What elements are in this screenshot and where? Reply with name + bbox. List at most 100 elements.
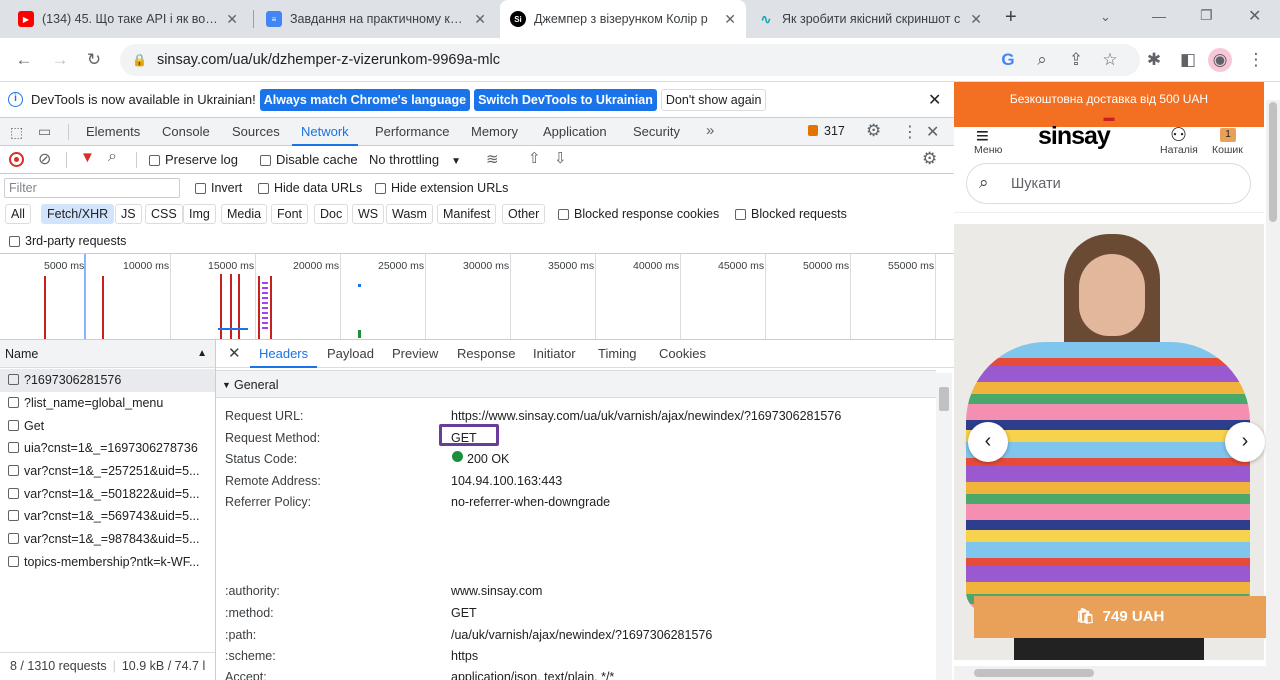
- search-field[interactable]: ⌕ Шукати: [966, 163, 1251, 204]
- filter-input[interactable]: Filter: [4, 178, 180, 198]
- always-match-language-button[interactable]: Always match Chrome's language: [259, 88, 471, 111]
- cart-label[interactable]: Кошик: [1212, 144, 1243, 156]
- address-bar[interactable]: 🔒 sinsay.com/ua/uk/dzhemper-z-vizerunkom…: [120, 44, 1140, 76]
- type-chip-other[interactable]: Other: [502, 204, 546, 224]
- restore-icon[interactable]: ❐: [1200, 7, 1213, 24]
- forward-icon[interactable]: →: [48, 48, 72, 72]
- page-scrollbar[interactable]: [1266, 100, 1280, 680]
- switch-to-ukrainian-button[interactable]: Switch DevTools to Ukrainian: [474, 88, 657, 111]
- tab-initiator[interactable]: Initiator: [533, 340, 576, 368]
- minimize-icon[interactable]: —: [1152, 8, 1166, 24]
- tab-payload[interactable]: Payload: [327, 340, 374, 368]
- tab-security[interactable]: Security: [633, 118, 680, 146]
- preserve-log-checkbox[interactable]: Preserve log: [149, 152, 238, 167]
- type-chip-media[interactable]: Media: [221, 204, 268, 224]
- type-chip-wasm[interactable]: Wasm: [386, 204, 433, 224]
- tab-search-icon[interactable]: ⌄: [1100, 9, 1111, 25]
- browser-tab-sinsay[interactable]: Si Джемпер з візерунком Колір р ✕: [500, 0, 746, 38]
- google-icon[interactable]: G: [996, 48, 1020, 72]
- request-row[interactable]: Get: [0, 415, 215, 438]
- type-chip-css[interactable]: CSS: [145, 204, 183, 224]
- network-timeline-overview[interactable]: 5000 ms 10000 ms 15000 ms 20000 ms 25000…: [0, 254, 954, 340]
- type-chip-font[interactable]: Font: [271, 204, 309, 224]
- add-to-cart-button[interactable]: 🛍 749 UAH: [974, 596, 1266, 638]
- network-conditions-icon[interactable]: ≋: [486, 150, 499, 168]
- close-details-icon[interactable]: ✕: [228, 344, 241, 362]
- page-horizontal-scrollbar[interactable]: [954, 666, 1266, 680]
- type-chip-manifest[interactable]: Manifest: [437, 204, 497, 224]
- bookmark-star-icon[interactable]: ☆: [1098, 48, 1122, 72]
- type-chip-doc[interactable]: Doc: [314, 204, 349, 224]
- share-icon[interactable]: ⇪: [1064, 48, 1088, 72]
- hamburger-menu-icon[interactable]: ≡: [976, 125, 989, 147]
- tab-console[interactable]: Console: [162, 118, 210, 146]
- hide-extension-urls-checkbox[interactable]: Hide extension URLs: [375, 181, 508, 195]
- details-scrollbar[interactable]: [936, 373, 952, 680]
- request-row[interactable]: var?cnst=1&_=501822&uid=5...: [0, 483, 215, 506]
- type-chip-all[interactable]: All: [5, 204, 31, 224]
- carousel-next-button[interactable]: ›: [1225, 422, 1265, 462]
- settings-gear-icon[interactable]: ⚙: [866, 121, 881, 141]
- third-party-checkbox[interactable]: 3rd-party requests: [9, 234, 126, 248]
- device-toolbar-icon[interactable]: ▭: [38, 123, 51, 140]
- request-row[interactable]: var?cnst=1&_=987843&uid=5...: [0, 528, 215, 551]
- close-tab-icon[interactable]: ✕: [226, 11, 238, 28]
- browser-tab-youtube[interactable]: ▶ (134) 45. Що таке API і як воно п ✕: [8, 0, 248, 38]
- cart-icon[interactable]: 1: [1220, 128, 1236, 142]
- browser-tab-docs[interactable]: ≡ Завдання на практичному курс ✕: [256, 0, 496, 38]
- close-window-icon[interactable]: ✕: [1248, 6, 1261, 26]
- close-infobar-icon[interactable]: ✕: [928, 90, 941, 110]
- request-row[interactable]: ?list_name=global_menu: [0, 392, 215, 415]
- type-chip-ws[interactable]: WS: [352, 204, 385, 224]
- blocked-requests-checkbox[interactable]: Blocked requests: [735, 207, 847, 221]
- request-row[interactable]: var?cnst=1&_=569743&uid=5...: [0, 505, 215, 528]
- tab-cookies[interactable]: Cookies: [659, 340, 706, 368]
- sort-ascending-icon[interactable]: ▲: [197, 340, 207, 368]
- zoom-icon[interactable]: ⌕: [1030, 48, 1054, 72]
- type-chip-img[interactable]: Img: [183, 204, 216, 224]
- sinsay-logo[interactable]: sinsay: [1038, 122, 1111, 151]
- search-icon[interactable]: ⌕: [108, 148, 117, 166]
- dont-show-again-button[interactable]: Don't show again: [660, 88, 767, 111]
- close-tab-icon[interactable]: ✕: [970, 11, 982, 28]
- back-icon[interactable]: ←: [12, 48, 36, 72]
- reload-icon[interactable]: ↻: [82, 48, 106, 72]
- tab-network[interactable]: Network: [292, 118, 358, 146]
- inspect-element-icon[interactable]: ⬚: [10, 124, 23, 141]
- browser-tab-screenshot[interactable]: ∿ Як зробити якісний скриншот с ✕: [748, 0, 992, 38]
- tab-application[interactable]: Application: [543, 118, 607, 146]
- profile-avatar[interactable]: ◉: [1208, 48, 1232, 72]
- tab-elements[interactable]: Elements: [86, 118, 140, 146]
- throttling-select[interactable]: No throttling ▼: [369, 152, 461, 167]
- general-section-header[interactable]: ▼ General: [216, 370, 936, 398]
- clear-icon[interactable]: ⊘: [38, 149, 51, 169]
- close-devtools-icon[interactable]: ✕: [926, 122, 939, 142]
- record-icon[interactable]: [9, 152, 24, 167]
- tab-performance[interactable]: Performance: [375, 118, 449, 146]
- issues-icon[interactable]: [808, 125, 818, 136]
- type-chip-fetch-xhr[interactable]: Fetch/XHR: [41, 204, 115, 224]
- import-har-icon[interactable]: ⇧: [528, 149, 541, 167]
- close-tab-icon[interactable]: ✕: [474, 11, 486, 28]
- menu-label[interactable]: Меню: [974, 144, 1002, 156]
- new-tab-icon[interactable]: +: [1005, 6, 1017, 29]
- more-tabs-icon[interactable]: »: [706, 122, 714, 139]
- devtools-menu-icon[interactable]: ⋮: [902, 122, 918, 142]
- filter-icon[interactable]: ▼: [80, 149, 95, 166]
- tab-memory[interactable]: Memory: [471, 118, 518, 146]
- extensions-icon[interactable]: ✱: [1142, 48, 1166, 72]
- free-delivery-banner[interactable]: Безкоштовна доставка від 500 UAH ▬: [954, 82, 1264, 127]
- network-settings-icon[interactable]: ⚙: [922, 149, 937, 169]
- menu-kebab-icon[interactable]: ⋮: [1244, 48, 1268, 72]
- disable-cache-checkbox[interactable]: Disable cache: [260, 152, 358, 167]
- tab-response[interactable]: Response: [457, 340, 516, 368]
- invert-checkbox[interactable]: Invert: [195, 181, 242, 195]
- issues-count[interactable]: 317: [824, 124, 845, 138]
- request-row[interactable]: var?cnst=1&_=257251&uid=5...: [0, 460, 215, 483]
- tab-timing[interactable]: Timing: [598, 340, 637, 368]
- export-har-icon[interactable]: ⇩: [554, 149, 567, 167]
- user-name-label[interactable]: Наталія: [1160, 144, 1198, 156]
- tab-sources[interactable]: Sources: [232, 118, 280, 146]
- request-row[interactable]: ?1697306281576: [0, 369, 215, 392]
- side-panel-icon[interactable]: ◧: [1176, 48, 1200, 72]
